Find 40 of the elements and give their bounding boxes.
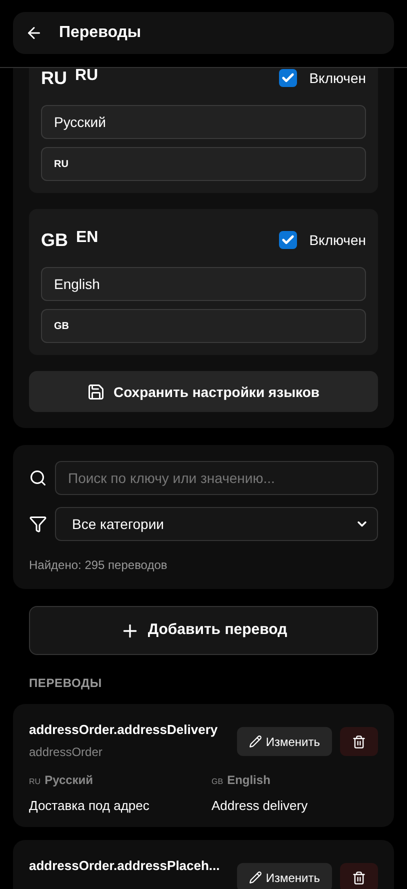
delete-button[interactable] [340, 727, 378, 756]
translation-key: addressOrder.addressPlaceh... [29, 856, 220, 876]
translation-category: addressOrder [29, 744, 104, 760]
flag-code: RU [41, 67, 67, 90]
delete-icon [352, 870, 366, 884]
filter-icon [29, 515, 47, 533]
edit-button[interactable]: Изменить [236, 863, 332, 889]
language-code: RU [75, 66, 98, 86]
enabled-checkbox[interactable] [279, 231, 298, 249]
delete-button[interactable] [340, 863, 378, 889]
save-languages-button[interactable]: Сохранить настройки языков [29, 371, 378, 412]
delete-icon [352, 734, 366, 748]
enabled-label: Включен [309, 69, 366, 88]
pencil-icon [248, 871, 262, 884]
translation-value: Address delivery [212, 796, 309, 815]
language-name: Русский [44, 772, 94, 788]
translation-key: addressOrder.addressDelivery [29, 720, 218, 740]
pencil-icon [248, 735, 262, 748]
search-icon [29, 469, 47, 487]
language-name: English [227, 772, 270, 788]
found-count: Найдено: 295 переводов [29, 557, 168, 573]
flag-code: GB [212, 776, 224, 788]
translation-value: Доставка под адрес [29, 796, 150, 815]
language-name-field[interactable]: Русский [41, 105, 366, 139]
flag-code: RU [29, 776, 41, 788]
search-field[interactable]: Поиск по ключу или значению... [55, 461, 378, 495]
edit-button[interactable]: Изменить [236, 727, 332, 756]
flag-code: GB [41, 229, 68, 252]
category-select[interactable]: Все категории [55, 507, 378, 541]
add-translation-button[interactable]: Добавить перевод [29, 606, 378, 655]
language-code: EN [76, 228, 98, 248]
flag-field[interactable]: GB [41, 309, 366, 343]
save-icon [87, 382, 106, 400]
back-icon[interactable] [25, 24, 43, 42]
language-name-field[interactable]: English [41, 267, 366, 301]
page-title: Переводы [59, 23, 142, 43]
enabled-label: Включен [309, 231, 366, 250]
flag-field[interactable]: RU [41, 147, 366, 181]
enabled-checkbox[interactable] [279, 69, 298, 87]
section-label: ПЕРЕВОДЫ [29, 675, 103, 691]
